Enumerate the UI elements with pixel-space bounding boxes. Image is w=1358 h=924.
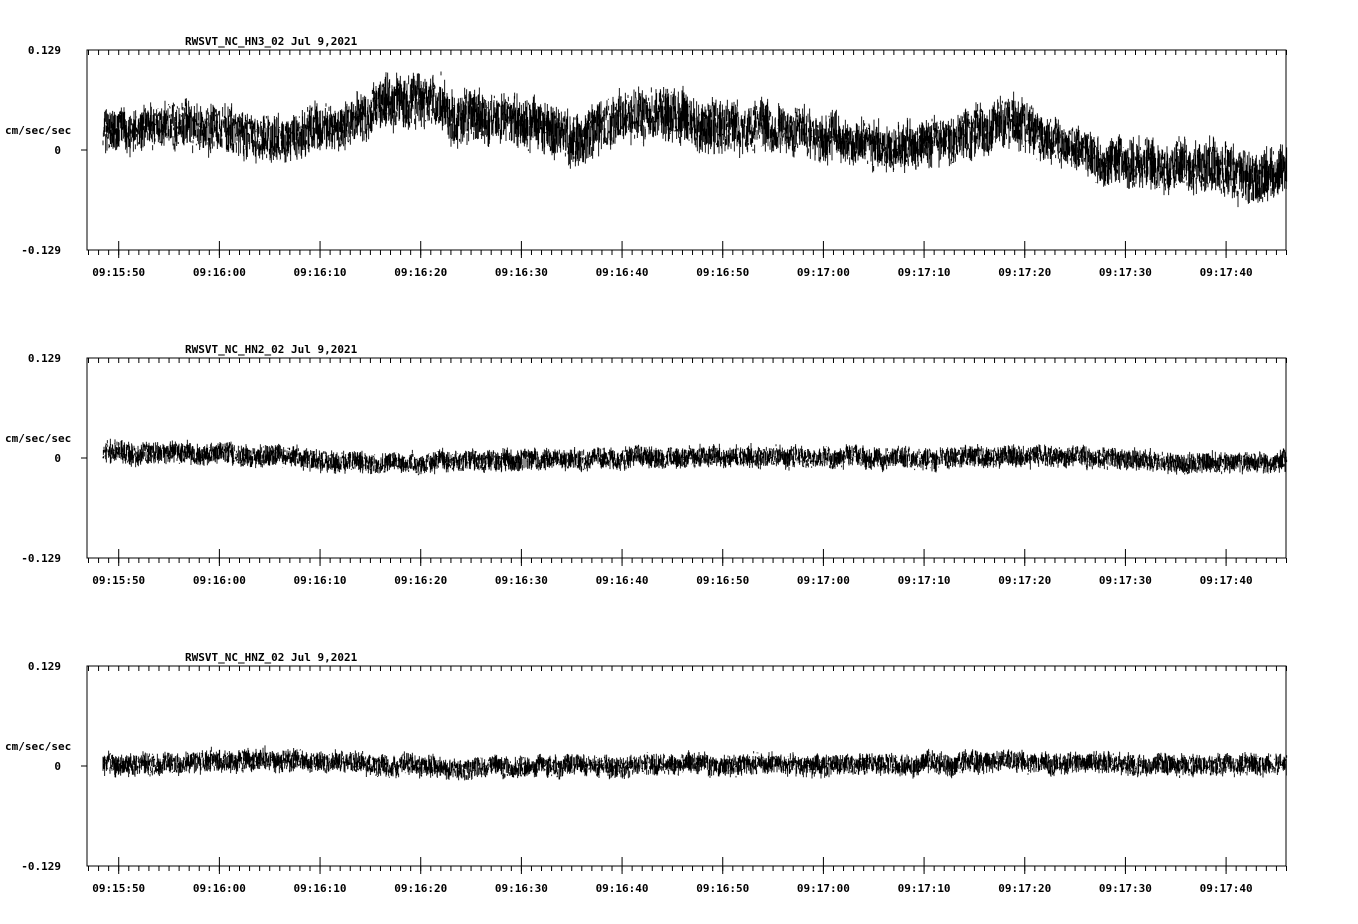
x-tick-label: 09:17:20 (998, 574, 1051, 587)
y-axis-label: cm/sec/sec (5, 740, 71, 753)
x-tick-label: 09:16:30 (495, 266, 548, 279)
x-tick-label: 09:17:00 (797, 266, 850, 279)
y-tick-label: -0.129 (21, 860, 61, 873)
y-tick-label: 0 (54, 452, 61, 465)
y-tick-label: 0.129 (28, 660, 61, 673)
x-tick-label: 09:16:20 (394, 266, 447, 279)
x-tick-label: 09:15:50 (92, 266, 145, 279)
y-axis-label: cm/sec/sec (5, 124, 71, 137)
x-tick-label: 09:17:00 (797, 882, 850, 895)
x-tick-label: 09:16:20 (394, 574, 447, 587)
x-tick-label: 09:17:10 (898, 266, 951, 279)
series-trace (102, 745, 1288, 781)
x-tick-label: 09:16:50 (696, 266, 749, 279)
y-tick-label: 0 (54, 144, 61, 157)
y-tick-label: 0 (54, 760, 61, 773)
x-tick-label: 09:17:00 (797, 574, 850, 587)
x-tick-label: 09:16:00 (193, 574, 246, 587)
x-tick-label: 09:16:50 (696, 574, 749, 587)
x-tick-label: 09:17:10 (898, 574, 951, 587)
x-tick-label: 09:17:30 (1099, 574, 1152, 587)
x-tick-label: 09:16:50 (696, 882, 749, 895)
x-tick-label: 09:16:00 (193, 266, 246, 279)
y-axis-label: cm/sec/sec (5, 432, 71, 445)
x-tick-label: 09:16:30 (495, 882, 548, 895)
x-tick-label: 09:17:20 (998, 882, 1051, 895)
y-tick-label: 0.129 (28, 44, 61, 57)
chart-title: RWSVT_NC_HN2_02 Jul 9,2021 (185, 343, 358, 356)
y-tick-label: -0.129 (21, 552, 61, 565)
series-trace (102, 71, 1288, 208)
chart-title: RWSVT_NC_HNZ_02 Jul 9,2021 (185, 651, 358, 664)
y-tick-label: 0.129 (28, 352, 61, 365)
x-tick-label: 09:17:40 (1200, 266, 1253, 279)
x-tick-label: 09:15:50 (92, 574, 145, 587)
seismogram-figure: RWSVT_NC_HN3_02 Jul 9,2021 0.129 0 -0.129 cm… (5, 35, 1288, 895)
x-tick-label: 09:17:40 (1200, 574, 1253, 587)
x-tick-label: 09:16:10 (294, 574, 347, 587)
chart-panel-2: RWSVT_NC_HN2_02 Jul 9,2021 0.129 0 -0.129 cm… (5, 343, 1288, 587)
y-tick-label: -0.129 (21, 244, 61, 257)
x-tick-label: 09:16:20 (394, 882, 447, 895)
x-tick-label: 09:16:40 (596, 882, 649, 895)
chart-panel-1: RWSVT_NC_HN3_02 Jul 9,2021 0.129 0 -0.129 cm… (5, 35, 1288, 279)
x-tick-label: 09:16:00 (193, 882, 246, 895)
x-tick-label: 09:16:30 (495, 574, 548, 587)
chart-panel-3: RWSVT_NC_HNZ_02 Jul 9,2021 0.129 0 -0.129 cm… (5, 651, 1288, 895)
x-tick-label: 09:16:10 (294, 266, 347, 279)
x-tick-label: 09:17:20 (998, 266, 1051, 279)
x-tick-label: 09:17:30 (1099, 266, 1152, 279)
chart-title: RWSVT_NC_HN3_02 Jul 9,2021 (185, 35, 358, 48)
x-tick-label: 09:17:30 (1099, 882, 1152, 895)
x-tick-label: 09:15:50 (92, 882, 145, 895)
x-tick-label: 09:16:10 (294, 882, 347, 895)
x-tick-label: 09:16:40 (596, 266, 649, 279)
x-tick-label: 09:17:40 (1200, 882, 1253, 895)
x-tick-label: 09:17:10 (898, 882, 951, 895)
x-tick-label: 09:16:40 (596, 574, 649, 587)
series-trace (102, 438, 1288, 476)
